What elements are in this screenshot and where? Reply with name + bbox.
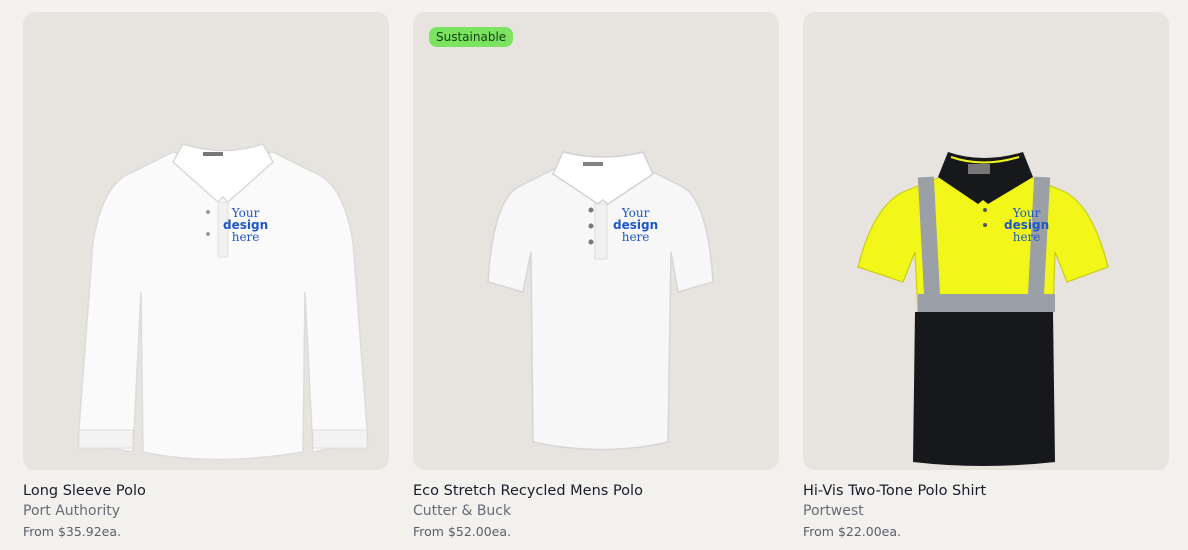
product-title[interactable]: Long Sleeve Polo [23,482,389,500]
design-placeholder: Your design here [613,206,659,244]
product-card[interactable]: Your design here Hi-Vis Two-Tone Polo Sh… [803,12,1169,540]
design-placeholder: Your design here [223,206,269,244]
product-title[interactable]: Eco Stretch Recycled Mens Polo [413,482,779,500]
product-brand: Portwest [803,503,864,519]
product-grid: Your design here Long Sleeve Polo Port A… [0,0,1188,550]
short-sleeve-polo-icon [487,151,714,451]
hi-vis-polo-icon [857,152,1109,466]
product-title[interactable]: Hi-Vis Two-Tone Polo Shirt [803,482,1169,500]
product-image[interactable]: Your design here [23,12,389,470]
product-card[interactable]: Sustainable Your design here Eco Stretch… [413,12,779,540]
product-price: From $22.00ea. [803,524,902,539]
product-card[interactable]: Your design here Long Sleeve Polo Port A… [23,12,389,540]
product-price: From $35.92ea. [23,524,122,539]
long-sleeve-polo-icon [77,143,369,461]
product-brand: Cutter & Buck [413,503,512,519]
design-placeholder: Your design here [1004,206,1050,244]
product-image[interactable]: Sustainable Your design here [413,12,779,470]
product-price: From $52.00ea. [413,524,512,539]
product-brand: Port Authority [23,503,121,519]
product-image[interactable]: Your design here [803,12,1169,470]
